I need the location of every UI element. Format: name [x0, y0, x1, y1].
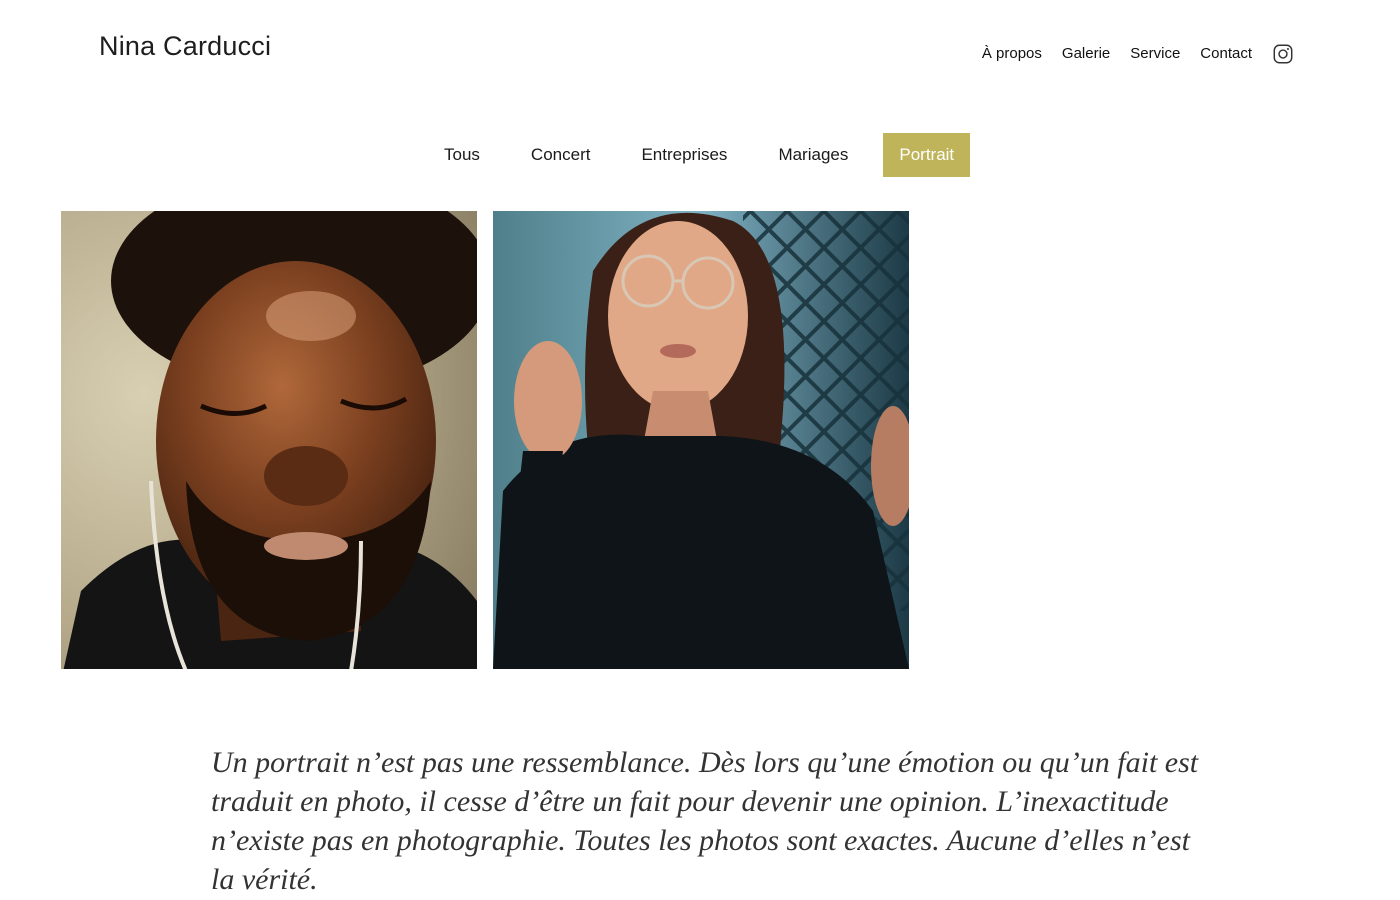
- instagram-icon[interactable]: [1272, 43, 1294, 65]
- filter-concert[interactable]: Concert: [515, 133, 607, 177]
- portrait-quote: Un portrait n’est pas une ressemblance. …: [211, 746, 1199, 896]
- gallery-filters: Tous Concert Entreprises Mariages Portra…: [428, 133, 971, 177]
- filter-portrait[interactable]: Portrait: [883, 133, 971, 177]
- nav-link-galerie[interactable]: Galerie: [1062, 44, 1110, 64]
- portrait-photo-woman: [493, 211, 909, 669]
- top-navigation: À propos Galerie Service Contact: [982, 43, 1294, 65]
- filter-mariages[interactable]: Mariages: [762, 133, 864, 177]
- gallery-photo-man-portrait[interactable]: [61, 211, 477, 669]
- nav-link-contact[interactable]: Contact: [1200, 44, 1252, 64]
- site-brand[interactable]: Nina Carducci: [99, 31, 271, 62]
- portrait-photo-man: [61, 211, 477, 669]
- filter-tous[interactable]: Tous: [428, 133, 496, 177]
- nav-link-service[interactable]: Service: [1130, 44, 1180, 64]
- gallery-photo-woman-portrait[interactable]: [493, 211, 909, 669]
- nav-link-a-propos[interactable]: À propos: [982, 44, 1042, 64]
- filter-entreprises[interactable]: Entreprises: [625, 133, 743, 177]
